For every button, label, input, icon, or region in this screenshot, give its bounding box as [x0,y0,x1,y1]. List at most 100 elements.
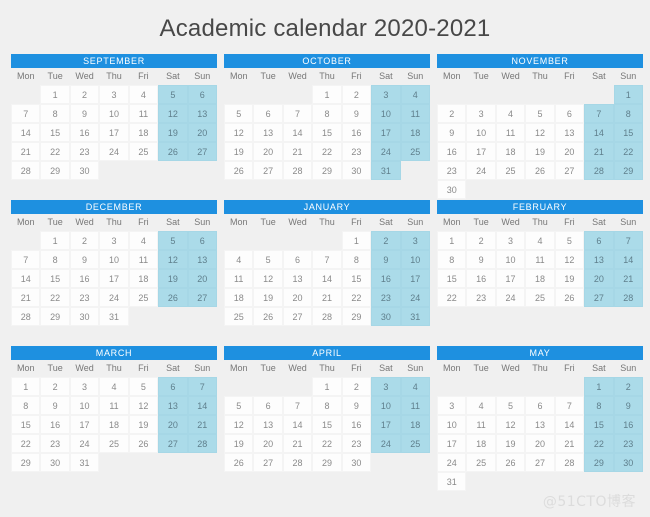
day-cell[interactable]: 9 [341,104,372,123]
day-cell[interactable]: 27 [253,453,283,472]
day-cell[interactable]: 24 [437,453,467,472]
day-cell[interactable]: 5 [554,231,585,250]
day-cell-weekend[interactable]: 22 [584,434,614,453]
day-cell[interactable]: 21 [312,288,342,307]
day-cell[interactable]: 18 [128,123,159,142]
day-cell-weekend[interactable]: 2 [371,231,401,250]
day-cell[interactable]: 4 [466,396,496,415]
day-cell[interactable]: 3 [99,85,129,104]
day-cell[interactable]: 28 [282,161,313,180]
day-cell-weekend[interactable]: 9 [613,396,643,415]
day-cell[interactable]: 31 [99,307,129,326]
day-cell-weekend[interactable]: 23 [371,288,401,307]
day-cell-weekend[interactable]: 17 [400,269,430,288]
day-cell[interactable]: 8 [312,396,342,415]
day-cell[interactable]: 3 [495,231,526,250]
day-cell[interactable]: 13 [525,415,555,434]
day-cell[interactable]: 19 [224,142,254,161]
day-cell-weekend[interactable]: 13 [584,250,614,269]
day-cell[interactable]: 15 [341,269,372,288]
day-cell-weekend[interactable]: 20 [187,269,217,288]
day-cell[interactable]: 8 [312,104,342,123]
day-cell[interactable]: 13 [554,123,585,142]
day-cell[interactable]: 9 [341,396,372,415]
day-cell[interactable]: 12 [128,396,159,415]
day-cell[interactable]: 8 [437,250,467,269]
day-cell[interactable]: 12 [224,415,254,434]
day-cell[interactable]: 15 [312,123,342,142]
day-cell-weekend[interactable]: 3 [400,231,430,250]
day-cell[interactable]: 13 [253,123,283,142]
day-cell[interactable]: 28 [282,453,313,472]
day-cell[interactable]: 20 [554,142,585,161]
day-cell-weekend[interactable]: 15 [584,415,614,434]
day-cell[interactable]: 18 [224,288,254,307]
day-cell[interactable]: 24 [99,288,129,307]
day-cell-weekend[interactable]: 17 [371,123,401,142]
day-cell-weekend[interactable]: 19 [158,269,188,288]
day-cell[interactable]: 7 [11,104,41,123]
day-cell-weekend[interactable]: 26 [158,288,188,307]
day-cell[interactable]: 6 [253,104,283,123]
day-cell-weekend[interactable]: 14 [584,123,614,142]
day-cell-weekend[interactable]: 6 [158,377,188,396]
day-cell[interactable]: 12 [253,269,283,288]
day-cell[interactable]: 7 [554,396,585,415]
day-cell-weekend[interactable]: 6 [584,231,614,250]
day-cell-weekend[interactable]: 7 [613,231,643,250]
day-cell[interactable]: 2 [466,231,496,250]
day-cell-weekend[interactable]: 29 [613,161,643,180]
day-cell[interactable]: 25 [128,142,159,161]
day-cell[interactable]: 19 [224,434,254,453]
day-cell-weekend[interactable]: 14 [187,396,217,415]
day-cell[interactable]: 30 [69,307,100,326]
day-cell-weekend[interactable]: 7 [584,104,614,123]
day-cell[interactable]: 7 [282,104,313,123]
day-cell-weekend[interactable]: 30 [613,453,643,472]
day-cell[interactable]: 29 [312,161,342,180]
day-cell[interactable]: 5 [253,250,283,269]
day-cell-weekend[interactable]: 27 [158,434,188,453]
day-cell[interactable]: 21 [554,434,585,453]
day-cell[interactable]: 22 [437,288,467,307]
day-cell[interactable]: 3 [437,396,467,415]
month-header[interactable]: SEPTEMBER [11,54,217,68]
day-cell[interactable]: 26 [525,161,555,180]
day-cell[interactable]: 5 [224,396,254,415]
day-cell[interactable]: 1 [40,85,70,104]
day-cell[interactable]: 10 [99,250,129,269]
day-cell[interactable]: 22 [40,142,70,161]
day-cell[interactable]: 10 [437,415,467,434]
day-cell-weekend[interactable]: 29 [584,453,614,472]
day-cell-weekend[interactable]: 27 [584,288,614,307]
day-cell-weekend[interactable]: 22 [613,142,643,161]
day-cell-weekend[interactable]: 25 [400,142,430,161]
day-cell[interactable]: 29 [341,307,372,326]
day-cell[interactable]: 17 [466,142,496,161]
day-cell[interactable]: 12 [554,250,585,269]
day-cell[interactable]: 25 [224,307,254,326]
day-cell[interactable]: 1 [312,377,342,396]
day-cell[interactable]: 24 [99,142,129,161]
day-cell-weekend[interactable]: 17 [371,415,401,434]
day-cell[interactable]: 31 [437,472,467,491]
day-cell[interactable]: 27 [554,161,585,180]
day-cell[interactable]: 14 [282,415,313,434]
day-cell[interactable]: 19 [128,415,159,434]
month-header[interactable]: OCTOBER [224,54,430,68]
day-cell[interactable]: 18 [495,142,526,161]
day-cell[interactable]: 22 [312,434,342,453]
day-cell[interactable]: 2 [69,231,100,250]
day-cell[interactable]: 18 [128,269,159,288]
day-cell-weekend[interactable]: 28 [584,161,614,180]
day-cell[interactable]: 10 [99,104,129,123]
day-cell[interactable]: 2 [437,104,467,123]
day-cell[interactable]: 15 [11,415,41,434]
day-cell[interactable]: 16 [40,415,70,434]
day-cell[interactable]: 26 [224,161,254,180]
day-cell[interactable]: 14 [11,269,41,288]
day-cell-weekend[interactable]: 9 [371,250,401,269]
day-cell-weekend[interactable]: 31 [400,307,430,326]
day-cell[interactable]: 11 [99,396,129,415]
day-cell[interactable]: 9 [69,104,100,123]
